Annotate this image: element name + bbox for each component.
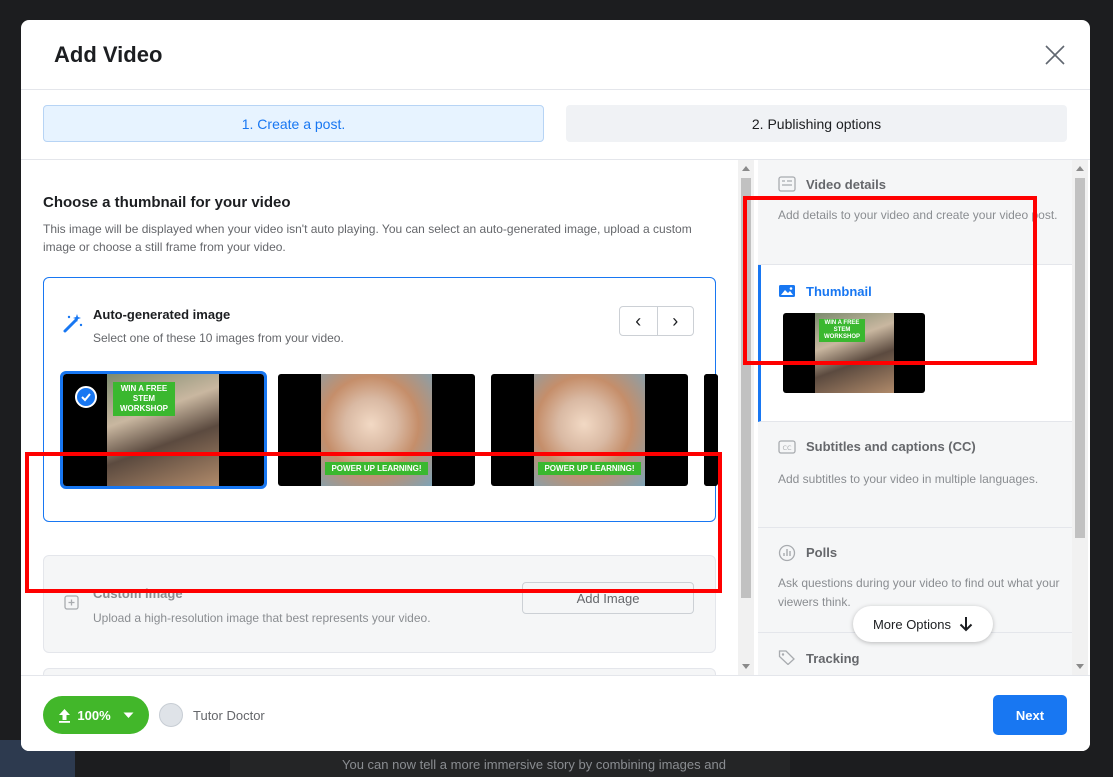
panel-item-title: Thumbnail: [806, 284, 872, 299]
panel-item-title: Polls: [806, 545, 838, 560]
next-button[interactable]: Next: [993, 695, 1067, 735]
right-panel-scrollbar[interactable]: [1072, 160, 1088, 675]
scrollbar-thumb[interactable]: [741, 178, 751, 598]
thumbnail-panel: Choose a thumbnail for your video This i…: [21, 160, 738, 675]
poll-icon: [778, 544, 796, 562]
tab-publishing-options[interactable]: 2. Publishing options: [566, 105, 1067, 142]
video-frame-card[interactable]: [43, 668, 716, 675]
auto-generated-card[interactable]: Auto-generated image Select one of these…: [43, 277, 718, 522]
thumbnail-option-3[interactable]: POWER UP LEARNING!: [491, 374, 688, 486]
auto-generated-title: Auto-generated image: [93, 307, 231, 322]
scroll-up-icon[interactable]: [1076, 166, 1084, 171]
svg-text:CC: CC: [782, 444, 792, 452]
thumbnail-tag: POWER UP LEARNING!: [538, 462, 641, 475]
thumbnail-option-2[interactable]: POWER UP LEARNING!: [278, 374, 475, 486]
modal-title: Add Video: [54, 42, 163, 67]
modal-header: Add Video: [21, 20, 1090, 90]
panel-item-video-details[interactable]: Video details Add details to your video …: [758, 160, 1072, 265]
carousel-next-button[interactable]: ›: [656, 307, 694, 335]
thumbnail-tag: WIN A FREE STEM WORKSHOP: [113, 382, 175, 416]
thumbnail-option-1[interactable]: WIN A FREE STEM WORKSHOP: [60, 371, 267, 489]
selected-thumbnail-preview: WIN A FREE STEM WORKSHOP: [783, 313, 925, 393]
details-icon: [778, 176, 796, 192]
custom-image-card[interactable]: Custom image Upload a high-resolution im…: [43, 555, 716, 653]
tag-icon: [778, 649, 796, 666]
close-icon[interactable]: [1042, 42, 1068, 68]
avatar: [159, 703, 183, 727]
panel-item-thumbnail[interactable]: Thumbnail WIN A FREE STEM WORKSHOP: [758, 265, 1072, 422]
upload-progress-value: 100%: [77, 707, 111, 723]
checkmark-icon: [75, 386, 97, 408]
scroll-down-icon[interactable]: [742, 664, 750, 669]
custom-image-title: Custom image: [93, 586, 183, 601]
scroll-down-icon[interactable]: [1076, 664, 1084, 669]
caret-down-icon: [123, 712, 134, 718]
upload-arrow-icon: [59, 708, 71, 723]
carousel-prev-button[interactable]: ‹: [620, 307, 657, 335]
panel-item-description: Add details to your video and create you…: [778, 208, 1058, 222]
panel-item-subtitles[interactable]: CC Subtitles and captions (CC) Add subti…: [758, 422, 1072, 528]
panel-item-description: Add subtitles to your video in multiple …: [778, 472, 1039, 486]
image-icon: [778, 283, 796, 299]
cc-icon: CC: [778, 439, 796, 455]
thumbnail-tag: POWER UP LEARNING!: [325, 462, 428, 475]
left-panel-scrollbar[interactable]: [738, 160, 754, 675]
custom-image-description: Upload a high-resolution image that best…: [93, 611, 431, 625]
add-image-icon: [64, 593, 82, 611]
arrow-down-icon: [959, 617, 973, 632]
step-tabs: 1. Create a post. 2. Publishing options: [43, 105, 1067, 142]
more-options-label: More Options: [872, 616, 952, 632]
scrollbar-thumb[interactable]: [1075, 178, 1085, 538]
add-image-button[interactable]: Add Image: [522, 582, 694, 614]
panel-item-title: Video details: [806, 177, 886, 192]
section-description: This image will be displayed when your v…: [43, 222, 692, 254]
thumbnail-tag: WIN A FREE STEM WORKSHOP: [819, 319, 865, 342]
video-options-panel: Video details Add details to your video …: [758, 160, 1072, 675]
thumbnail-image: [704, 374, 718, 486]
auto-generated-description: Select one of these 10 images from your …: [93, 331, 344, 345]
background-caption: You can now tell a more immersive story …: [342, 757, 726, 772]
magic-wand-icon: [62, 312, 84, 334]
more-options-button[interactable]: More Options: [853, 606, 993, 642]
tab-create-post[interactable]: 1. Create a post.: [43, 105, 544, 142]
scroll-up-icon[interactable]: [742, 166, 750, 171]
upload-progress-button[interactable]: 100%: [43, 696, 149, 734]
modal-footer: 100% Tutor Doctor Next: [21, 675, 1090, 751]
page-name: Tutor Doctor: [193, 708, 265, 723]
thumbnail-carousel-nav: ‹ ›: [619, 306, 694, 336]
panel-item-title: Tracking: [806, 651, 860, 666]
thumbnail-option-4[interactable]: [704, 374, 718, 486]
panel-item-title: Subtitles and captions (CC): [806, 439, 976, 454]
section-title: Choose a thumbnail for your video: [43, 194, 291, 211]
